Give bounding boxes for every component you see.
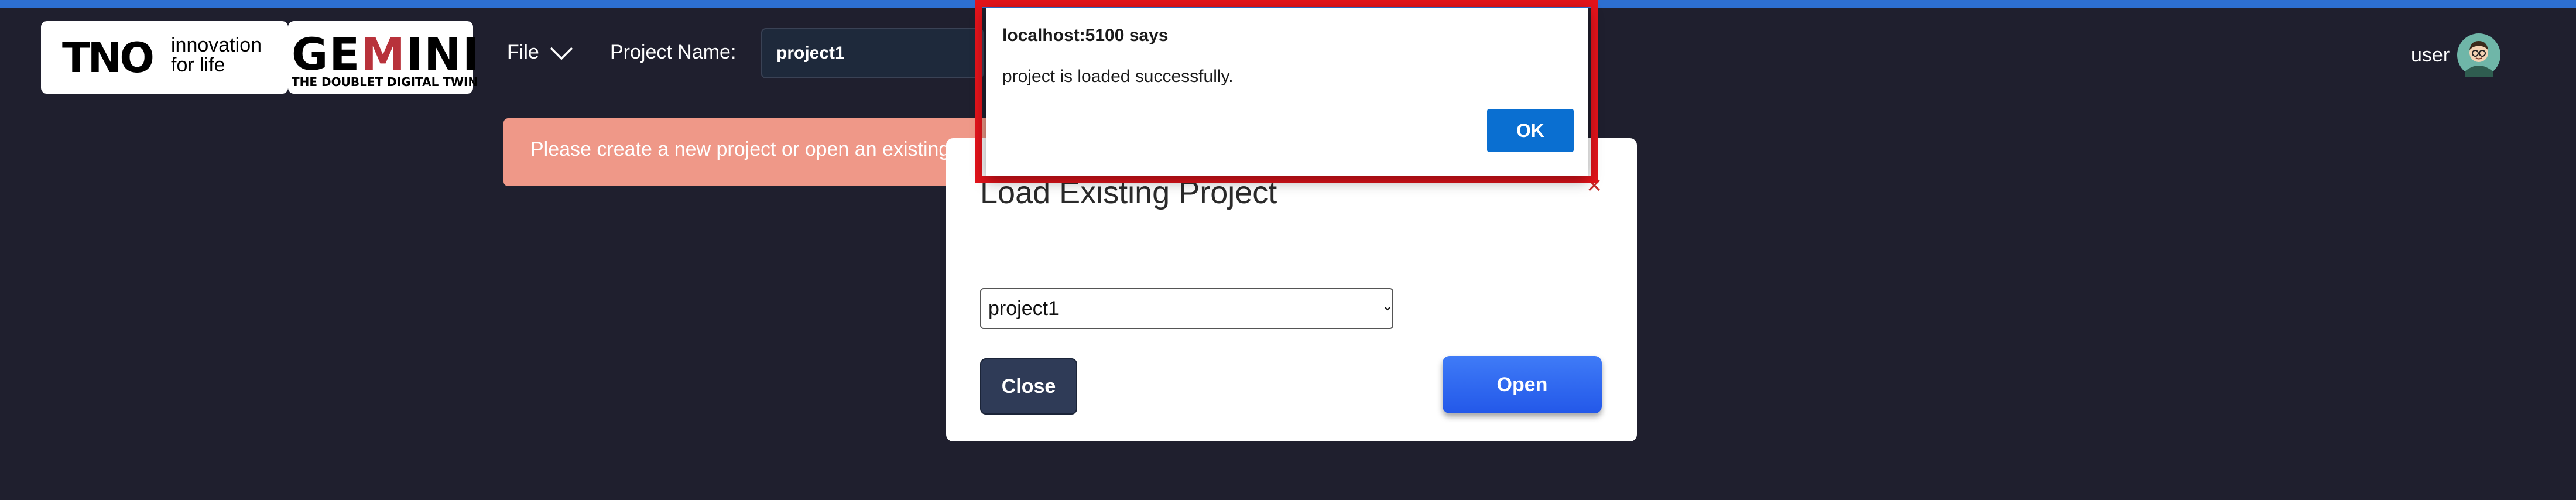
browser-alert-dialog: localhost:5100 says project is loaded su…: [986, 8, 1588, 176]
ok-button[interactable]: OK: [1487, 109, 1574, 152]
tno-logo-text: TNO: [62, 34, 155, 82]
user-name: user: [2411, 43, 2450, 66]
project-select[interactable]: project1: [980, 288, 1393, 329]
file-menu[interactable]: File: [507, 41, 574, 64]
close-button[interactable]: Close: [980, 358, 1077, 415]
tno-logo-tagline: innovation for life: [171, 34, 262, 76]
gemini-logo-tagline: THE DOUBLET DIGITAL TWIN: [292, 75, 478, 89]
project-name-label: Project Name:: [610, 41, 737, 63]
project-name-input[interactable]: [761, 28, 984, 78]
file-menu-label: File: [507, 41, 539, 63]
load-project-modal: Load Existing Project × project1 Close O…: [946, 138, 1637, 441]
dialog-message: project is loaded successfully.: [1002, 67, 1234, 86]
gemini-logo-text: GEMINI: [292, 28, 481, 80]
chevron-down-icon: [550, 47, 573, 60]
open-button[interactable]: Open: [1443, 356, 1602, 413]
user-menu[interactable]: user: [2411, 33, 2501, 77]
tno-logo: TNO innovation for life: [41, 21, 288, 94]
gemini-logo: GEMINI THE DOUBLET DIGITAL TWIN: [288, 21, 479, 94]
dialog-title: localhost:5100 says: [1002, 26, 1169, 45]
avatar-icon: [2457, 33, 2501, 77]
